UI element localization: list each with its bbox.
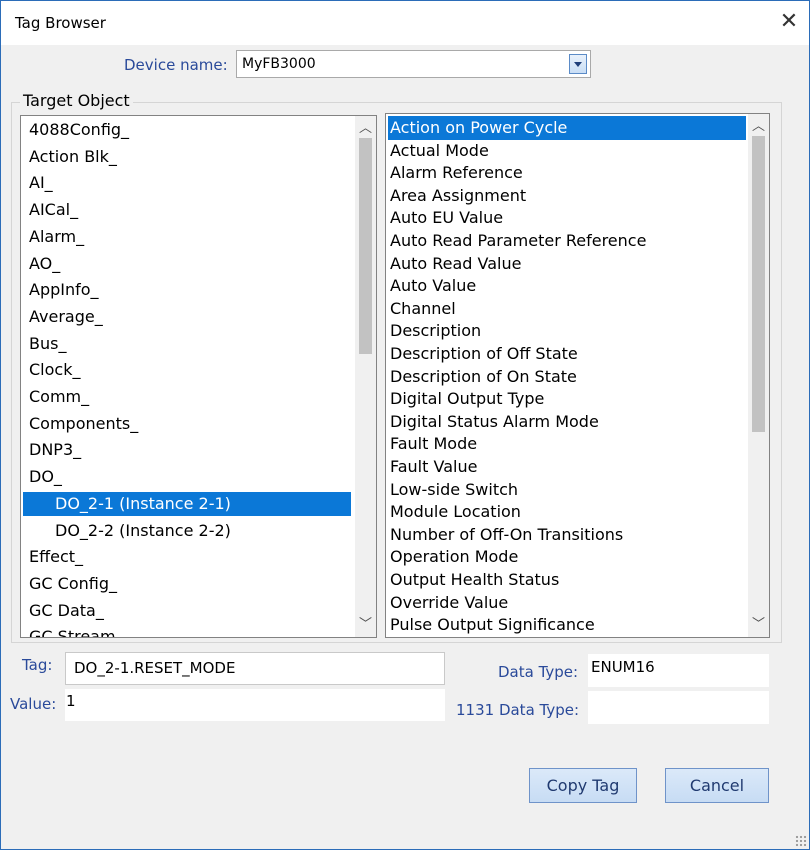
object-list-item[interactable]: DO_ [23, 465, 351, 489]
object-list-item[interactable]: Clock_ [23, 358, 351, 382]
resize-grip-icon[interactable] [795, 835, 807, 847]
tag-label: Tag: [22, 656, 53, 674]
parameter-list-item[interactable]: Alarm Reference [388, 161, 746, 185]
parameter-list-item[interactable]: Digital Status Alarm Mode [388, 410, 746, 434]
parameter-list-scroll-thumb[interactable] [752, 136, 765, 432]
iec-data-type-value [588, 691, 769, 724]
object-list-scrollbar[interactable]: ︿ ﹀ [355, 116, 376, 637]
object-list-item[interactable]: Effect_ [23, 545, 351, 569]
parameter-list-item[interactable]: Description [388, 319, 746, 343]
object-list-item[interactable]: AI_ [23, 171, 351, 195]
data-type-value: ENUM16 [588, 654, 769, 687]
parameter-list-item[interactable]: Auto Read Value [388, 252, 746, 276]
copy-tag-button[interactable]: Copy Tag [529, 768, 637, 803]
parameter-list-item[interactable]: Channel [388, 297, 746, 321]
data-type-label: Data Type: [498, 663, 579, 681]
object-list-item[interactable]: Bus_ [23, 332, 351, 356]
target-object-label: Target Object [20, 91, 133, 110]
parameter-list-item[interactable]: Actual Mode [388, 139, 746, 163]
parameter-list-item[interactable]: Output Health Status [388, 568, 746, 592]
window-title: Tag Browser [15, 14, 106, 32]
parameter-list-item[interactable]: Module Location [388, 500, 746, 524]
close-icon[interactable]: ✕ [778, 9, 800, 35]
object-list-item[interactable]: Components_ [23, 412, 351, 436]
value-label: Value: [10, 695, 57, 713]
value-field[interactable]: 1 [65, 689, 445, 721]
device-name-dropdown[interactable]: MyFB3000 [236, 50, 591, 78]
parameter-list-item[interactable]: Auto Read Parameter Reference [388, 229, 746, 253]
parameter-list[interactable]: Action on Power Cycle Actual Mode Alarm Re… [385, 113, 770, 638]
parameter-list-item[interactable]: Low-side Switch [388, 478, 746, 502]
parameter-list-item[interactable]: Auto EU Value [388, 206, 746, 230]
iec-data-type-label: 1131 Data Type: [456, 701, 580, 719]
parameter-list-item[interactable]: Pulse Output Significance [388, 613, 746, 637]
parameter-list-item[interactable]: Digital Output Type [388, 387, 746, 411]
parameter-list-item[interactable]: Fault Mode [388, 432, 746, 456]
object-list-item[interactable]: GC Data_ [23, 599, 351, 623]
object-list-item[interactable]: Average_ [23, 305, 351, 329]
tag-field[interactable]: DO_2-1.RESET_MODE [65, 652, 445, 685]
object-list-item[interactable]: GC Stream_ [23, 625, 351, 637]
parameter-list-item[interactable]: Description of Off State [388, 342, 746, 366]
object-list-item[interactable]: GC Config_ [23, 572, 351, 596]
cancel-button[interactable]: Cancel [665, 768, 769, 803]
object-list-item[interactable]: AICal_ [23, 198, 351, 222]
object-list-item[interactable]: 4088Config_ [23, 118, 351, 142]
object-list-item[interactable]: DO_2-2 (Instance 2-2) [23, 519, 351, 543]
chevron-down-icon[interactable]: ﹀ [355, 614, 376, 635]
chevron-down-icon[interactable]: ﹀ [748, 614, 769, 635]
chevron-up-icon[interactable]: ︿ [355, 118, 376, 139]
parameter-list-item[interactable]: Override Value [388, 591, 746, 615]
parameter-list-item[interactable]: Number of Off-On Transitions [388, 523, 746, 547]
object-list-item[interactable]: DO_2-1 (Instance 2-1) [23, 491, 351, 516]
object-list-item[interactable]: Comm_ [23, 385, 351, 409]
parameter-list-item[interactable]: Auto Value [388, 274, 746, 298]
parameter-list-item[interactable]: Area Assignment [388, 184, 746, 208]
parameter-list-item[interactable]: Fault Value [388, 455, 746, 479]
object-list-item[interactable]: DNP3_ [23, 438, 351, 462]
title-bar[interactable]: Tag Browser ✕ [1, 1, 809, 45]
object-list-item[interactable]: AppInfo_ [23, 278, 351, 302]
parameter-list-item[interactable]: Action on Power Cycle [388, 116, 746, 140]
parameter-list-scrollbar[interactable]: ︿ ﹀ [748, 114, 769, 637]
device-name-value: MyFB3000 [242, 56, 316, 72]
object-list[interactable]: 4088Config_ Action Blk_ AI_ AICal_ Alarm_ AO_… [20, 115, 377, 638]
object-list-item[interactable]: Alarm_ [23, 225, 351, 249]
chevron-down-icon[interactable] [569, 54, 587, 74]
chevron-up-icon[interactable]: ︿ [748, 116, 769, 137]
parameter-list-item[interactable]: Description of On State [388, 365, 746, 389]
object-list-scroll-thumb[interactable] [359, 138, 372, 354]
object-list-item[interactable]: Action Blk_ [23, 145, 351, 169]
device-name-label: Device name: [124, 56, 228, 74]
parameter-list-item[interactable]: Operation Mode [388, 545, 746, 569]
object-list-item[interactable]: AO_ [23, 252, 351, 276]
